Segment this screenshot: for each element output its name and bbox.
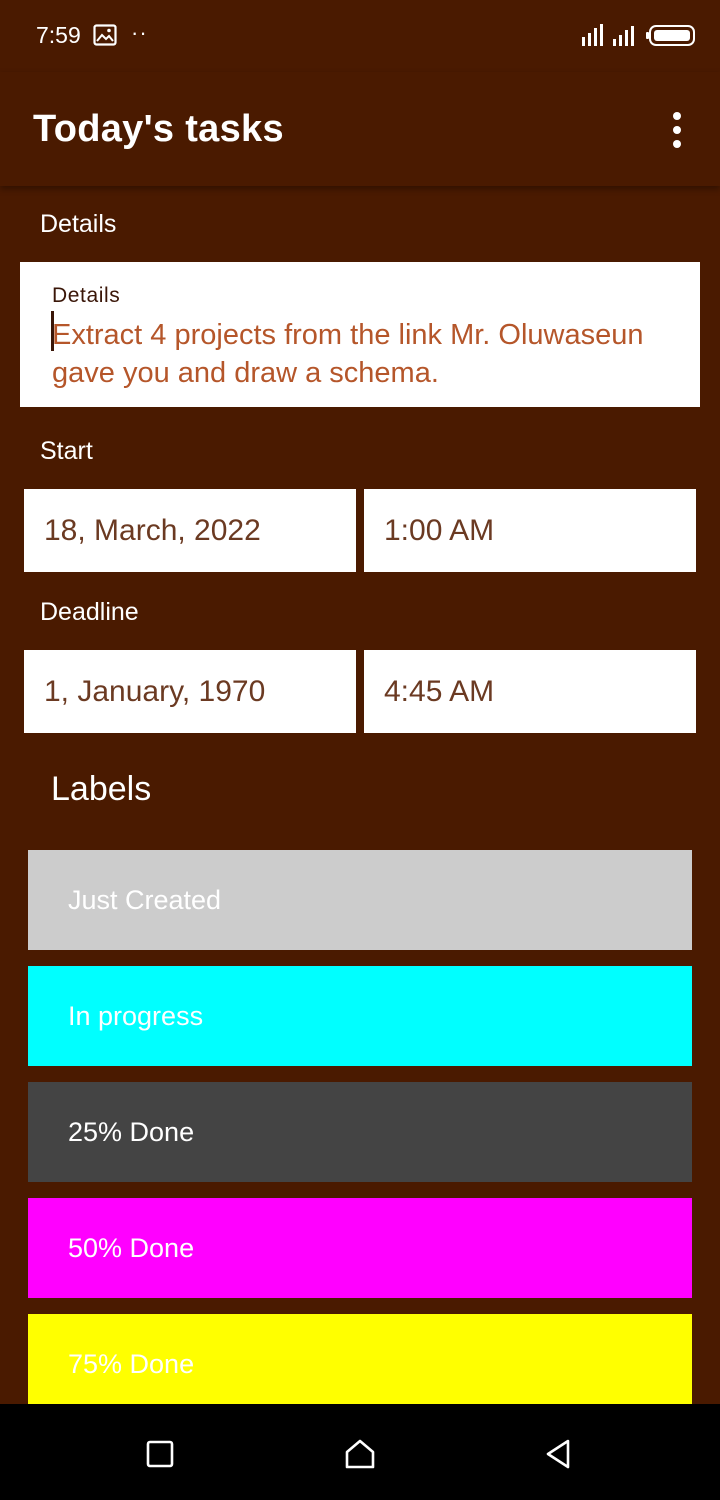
image-icon (93, 24, 117, 46)
details-value: Extract 4 projects from the link Mr. Olu… (52, 319, 644, 389)
label-option-50-done[interactable]: 50% Done (28, 1198, 692, 1298)
page-title: Today's tasks (33, 108, 284, 150)
back-triangle-icon[interactable] (538, 1434, 578, 1474)
overflow-menu-icon[interactable] (662, 108, 692, 152)
label-option-25-done[interactable]: 25% Done (28, 1082, 692, 1182)
deadline-time-field[interactable]: 4:45 AM (364, 650, 696, 733)
signal-battery-icon (582, 24, 695, 46)
label-option-text: In progress (68, 1000, 204, 1031)
label-option-just-created[interactable]: Just Created (28, 850, 692, 950)
label-option-text: 75% Done (68, 1348, 195, 1379)
home-icon[interactable] (340, 1434, 380, 1474)
label-option-text: 50% Done (68, 1232, 195, 1263)
label-option-75-done[interactable]: 75% Done (28, 1314, 692, 1414)
app-bar: Today's tasks (0, 72, 720, 186)
deadline-section-label: Deadline (40, 598, 139, 626)
details-floating-label: Details (52, 284, 121, 307)
label-option-text: 25% Done (68, 1116, 195, 1147)
labels-heading: Labels (51, 770, 152, 808)
details-section-label: Details (40, 210, 117, 238)
status-bar: 7:59 ·· (0, 0, 720, 72)
recents-square-icon[interactable] (140, 1434, 180, 1474)
label-option-in-progress[interactable]: In progress (28, 966, 692, 1066)
start-section-label: Start (40, 437, 93, 465)
status-time: 7:59 (36, 22, 81, 48)
start-date-field[interactable]: 18, March, 2022 (24, 489, 356, 572)
details-input[interactable]: Details Extract 4 projects from the link… (20, 262, 700, 407)
label-option-text: Just Created (68, 884, 222, 915)
deadline-date-field[interactable]: 1, January, 1970 (24, 650, 356, 733)
start-time-field[interactable]: 1:00 AM (364, 489, 696, 572)
system-nav-bar (0, 1404, 720, 1500)
more-dots-icon: ·· (131, 20, 148, 45)
